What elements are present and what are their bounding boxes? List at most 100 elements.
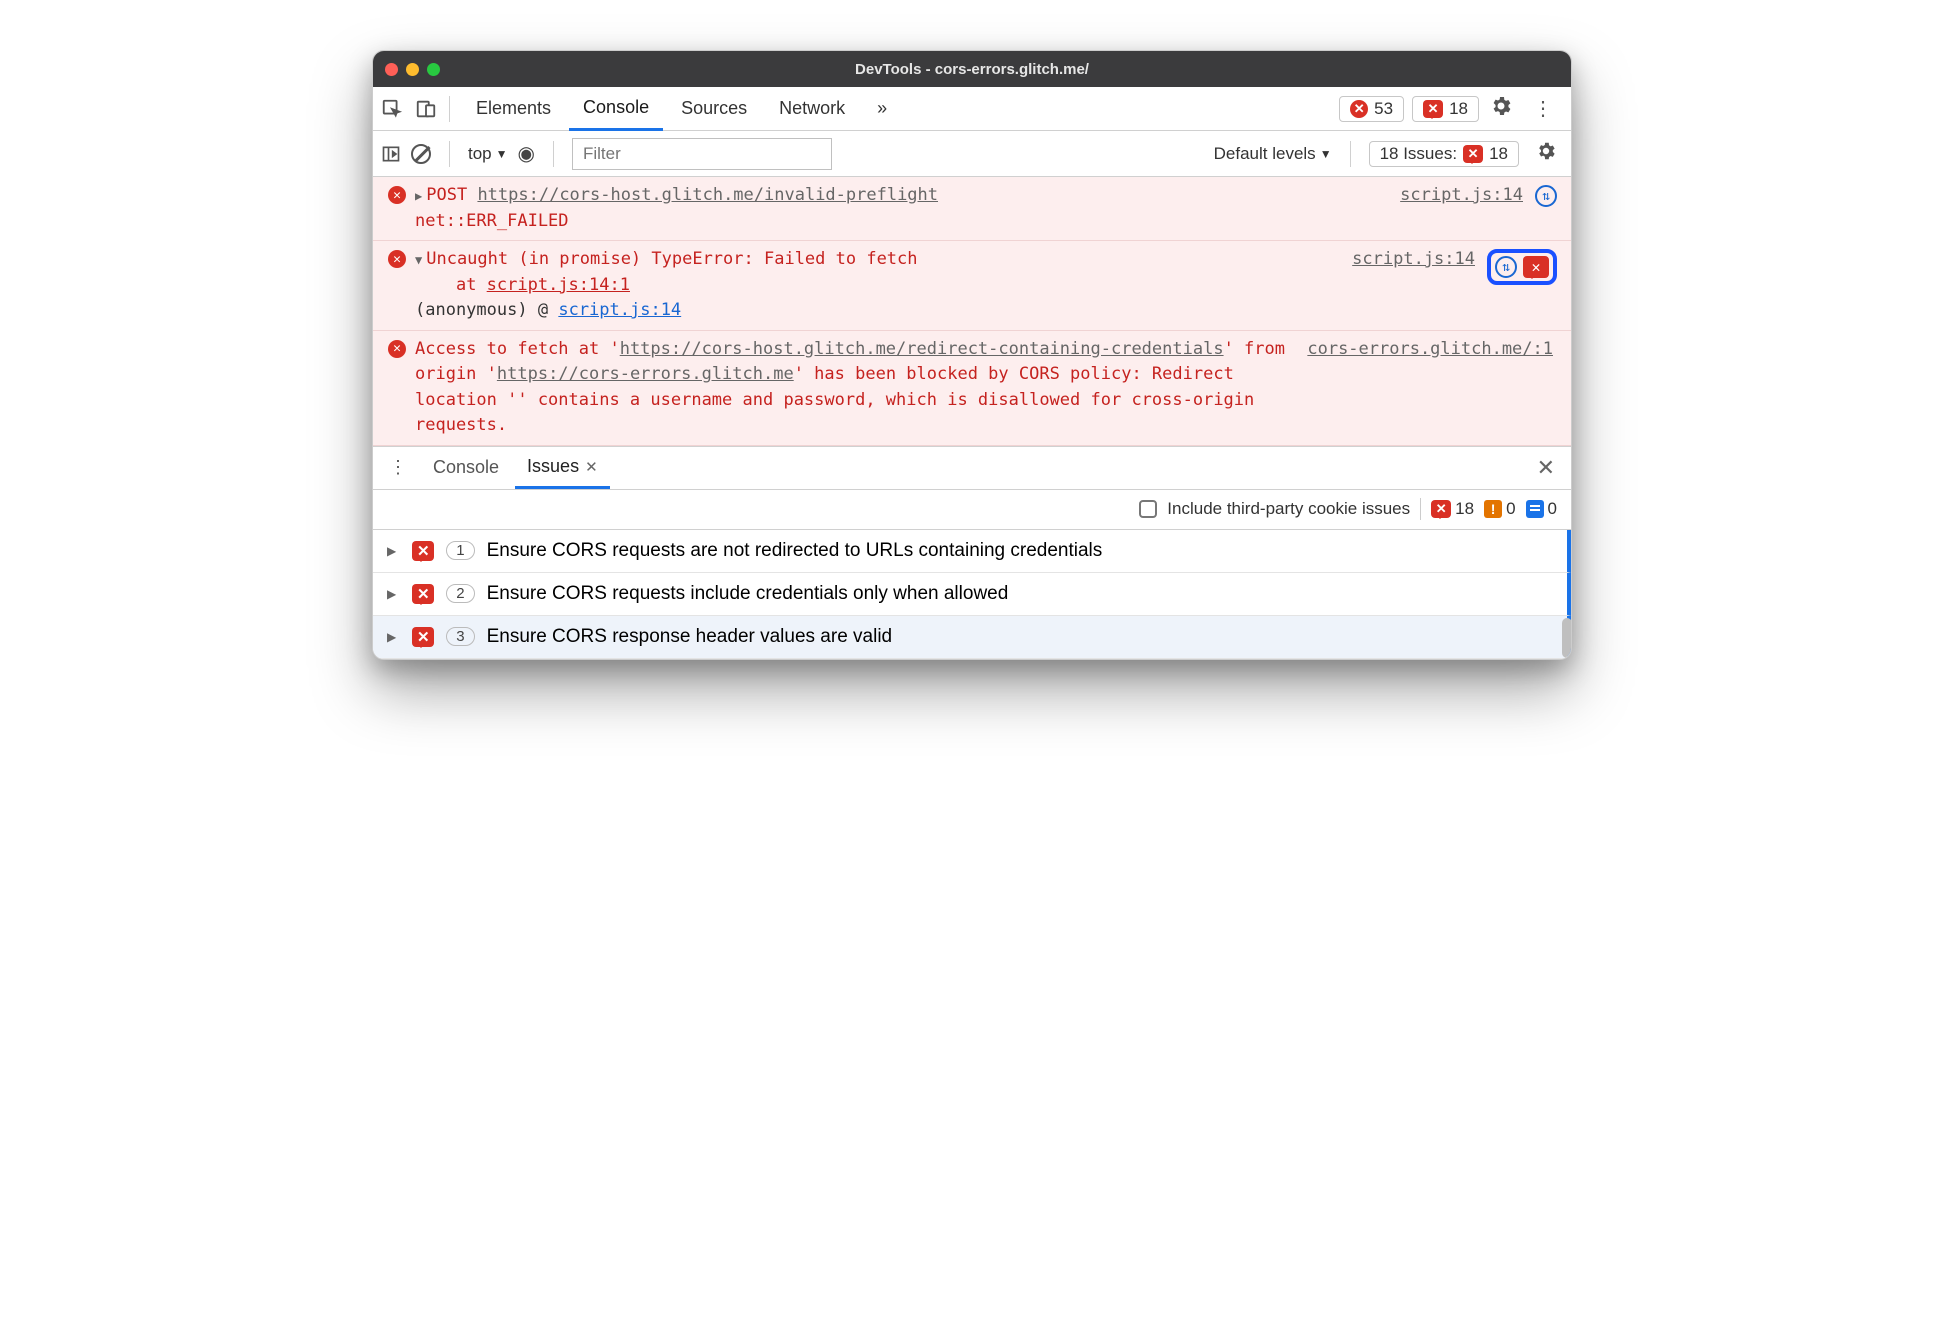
issue-item[interactable]: ▶ ✕ 2 Ensure CORS requests include crede… xyxy=(373,573,1571,616)
console-settings-icon[interactable] xyxy=(1529,134,1563,173)
close-drawer-icon[interactable]: ✕ xyxy=(1527,455,1565,481)
issue-count-pill: 1 xyxy=(446,541,474,560)
issue-icon: ✕ xyxy=(412,584,434,604)
issue-item[interactable]: ▶ ✕ 1 Ensure CORS requests are not redir… xyxy=(373,530,1571,573)
tabs-overflow[interactable]: » xyxy=(863,88,901,129)
network-request-icon[interactable]: ⇅ xyxy=(1495,256,1517,278)
issues-warning-count[interactable]: ! 0 xyxy=(1484,499,1515,519)
error-message: Uncaught (in promise) TypeError: Failed … xyxy=(426,249,917,269)
source-link[interactable]: cors-errors.glitch.me/:1 xyxy=(1307,337,1557,439)
expand-caret-icon[interactable]: ▶ xyxy=(415,189,426,203)
error-count: 53 xyxy=(1374,99,1393,119)
issue-error-icon: ✕ xyxy=(1431,500,1451,518)
drawer-tab-issues[interactable]: Issues✕ xyxy=(515,447,610,489)
close-tab-icon[interactable]: ✕ xyxy=(585,459,598,476)
clear-console-icon[interactable] xyxy=(411,144,431,164)
issue-title: Ensure CORS requests include credentials… xyxy=(487,583,1009,605)
issues-badge[interactable]: 18 Issues: ✕ 18 xyxy=(1369,141,1519,167)
minimize-window-button[interactable] xyxy=(406,63,419,76)
console-error-row[interactable]: ✕ ▶POST https://cors-host.glitch.me/inva… xyxy=(373,177,1571,241)
issue-count-badge[interactable]: ✕ 18 xyxy=(1412,96,1479,122)
source-link[interactable]: script.js:14 xyxy=(1400,183,1527,234)
issue-title: Ensure CORS requests are not redirected … xyxy=(487,540,1103,562)
live-expression-icon[interactable]: ◉ xyxy=(518,141,535,166)
tab-elements[interactable]: Elements xyxy=(462,88,565,129)
collapse-caret-icon[interactable]: ▼ xyxy=(415,253,426,267)
drawer-kebab-icon[interactable]: ⋮ xyxy=(379,451,417,484)
expand-caret-icon[interactable]: ▶ xyxy=(387,630,400,644)
expand-caret-icon[interactable]: ▶ xyxy=(387,544,400,558)
inspect-element-icon[interactable] xyxy=(381,98,403,120)
request-url-link[interactable]: https://cors-host.glitch.me/invalid-pref… xyxy=(477,185,938,205)
issues-error-count[interactable]: ✕ 18 xyxy=(1431,499,1474,519)
kebab-menu-icon[interactable]: ⋮ xyxy=(1523,90,1563,127)
divider xyxy=(1420,498,1421,520)
network-request-icon[interactable]: ⇅ xyxy=(1535,185,1557,207)
tab-console[interactable]: Console xyxy=(569,87,663,131)
scrollbar[interactable] xyxy=(1562,618,1572,658)
issue-icon: ✕ xyxy=(412,541,434,561)
stack-link[interactable]: script.js:14:1 xyxy=(487,275,630,295)
chevron-down-icon: ▼ xyxy=(1320,147,1332,161)
titlebar: DevTools - cors-errors.glitch.me/ xyxy=(373,51,1571,87)
issue-count-pill: 3 xyxy=(446,627,474,646)
issue-warning-icon: ! xyxy=(1484,500,1502,518)
issue-info-icon xyxy=(1526,500,1544,518)
divider xyxy=(1350,141,1351,167)
cors-url-link[interactable]: https://cors-host.glitch.me/redirect-con… xyxy=(620,339,1224,359)
issues-count: 18 xyxy=(1489,144,1508,164)
device-toggle-icon[interactable] xyxy=(415,98,437,120)
context-label: top xyxy=(468,144,492,164)
chevron-down-icon: ▼ xyxy=(496,147,508,161)
settings-icon[interactable] xyxy=(1483,88,1519,129)
error-icon: ✕ xyxy=(1350,100,1368,118)
issues-list: ▶ ✕ 1 Ensure CORS requests are not redir… xyxy=(373,530,1571,659)
tab-sources[interactable]: Sources xyxy=(667,88,761,129)
close-window-button[interactable] xyxy=(385,63,398,76)
console-messages: ✕ ▶POST https://cors-host.glitch.me/inva… xyxy=(373,177,1571,446)
sidebar-toggle-icon[interactable] xyxy=(381,144,401,164)
console-error-row[interactable]: ✕ Access to fetch at 'https://cors-host.… xyxy=(373,331,1571,446)
expand-caret-icon[interactable]: ▶ xyxy=(387,587,400,601)
include-third-party-label: Include third-party cookie issues xyxy=(1167,499,1410,519)
console-error-row[interactable]: ✕ ▼Uncaught (in promise) TypeError: Fail… xyxy=(373,241,1571,331)
filter-input[interactable] xyxy=(572,138,832,170)
issues-info-count[interactable]: 0 xyxy=(1526,499,1557,519)
main-toolbar: Elements Console Sources Network » ✕ 53 … xyxy=(373,87,1571,131)
tab-network[interactable]: Network xyxy=(765,88,859,129)
issue-icon: ✕ xyxy=(412,627,434,647)
log-levels-selector[interactable]: Default levels ▼ xyxy=(1214,144,1332,164)
issues-label: 18 Issues: xyxy=(1380,144,1458,164)
issues-toolbar: Include third-party cookie issues ✕ 18 !… xyxy=(373,490,1571,530)
drawer-tab-console[interactable]: Console xyxy=(421,448,511,487)
maximize-window-button[interactable] xyxy=(427,63,440,76)
at-symbol: @ xyxy=(538,300,548,320)
issue-icon: ✕ xyxy=(1423,100,1443,118)
issue-icon[interactable]: ✕ xyxy=(1523,256,1549,278)
source-link[interactable]: script.js:14 xyxy=(1352,247,1479,324)
context-selector[interactable]: top ▼ xyxy=(468,144,508,164)
issue-icon: ✕ xyxy=(1463,145,1483,163)
error-icon: ✕ xyxy=(388,340,406,358)
anonymous-label: (anonymous) xyxy=(415,300,528,320)
stack-at: at xyxy=(456,275,487,295)
anonymous-link[interactable]: script.js:14 xyxy=(558,300,681,320)
devtools-window: DevTools - cors-errors.glitch.me/ Elemen… xyxy=(372,50,1572,660)
include-third-party-checkbox[interactable] xyxy=(1139,500,1157,518)
divider xyxy=(449,141,450,167)
window-title: DevTools - cors-errors.glitch.me/ xyxy=(855,61,1089,78)
divider xyxy=(553,141,554,167)
window-controls xyxy=(385,63,440,76)
error-status: net::ERR_FAILED xyxy=(415,211,569,231)
issue-item[interactable]: ▶ ✕ 3 Ensure CORS response header values… xyxy=(373,616,1571,659)
console-filter-bar: top ▼ ◉ Default levels ▼ 18 Issues: ✕ 18 xyxy=(373,131,1571,177)
issue-title: Ensure CORS response header values are v… xyxy=(487,626,893,648)
error-count-badge[interactable]: ✕ 53 xyxy=(1339,96,1404,122)
error-icon: ✕ xyxy=(388,186,406,204)
issue-count: 18 xyxy=(1449,99,1468,119)
levels-label: Default levels xyxy=(1214,144,1316,164)
drawer-tabs: ⋮ Console Issues✕ ✕ xyxy=(373,446,1571,490)
http-method: POST xyxy=(426,185,467,205)
origin-url-link[interactable]: https://cors-errors.glitch.me xyxy=(497,364,794,384)
issue-count-pill: 2 xyxy=(446,584,474,603)
